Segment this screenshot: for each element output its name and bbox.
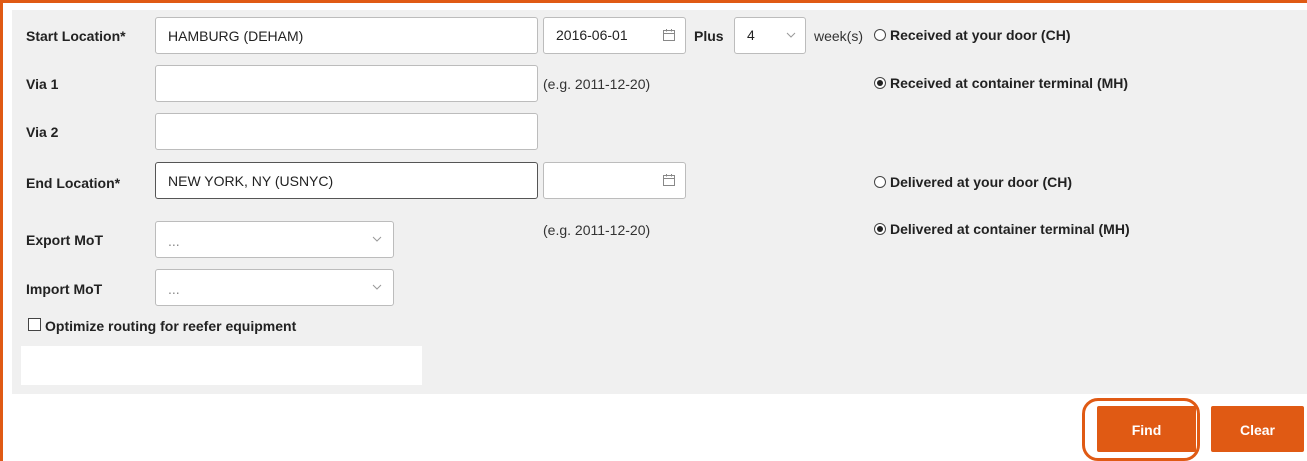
receipt-door-label: Received at your door (CH)	[890, 27, 1071, 43]
delivery-option-terminal[interactable]: Delivered at container terminal (MH)	[874, 221, 1130, 237]
start-location-input[interactable]	[155, 17, 538, 54]
radio-delivery-terminal[interactable]	[874, 223, 886, 235]
plus-weeks-value: 4	[747, 27, 755, 43]
receipt-terminal-label: Received at container terminal (MH)	[890, 75, 1129, 91]
end-date-field[interactable]	[543, 162, 686, 199]
import-mot-label: Import MoT	[26, 281, 103, 297]
via1-label: Via 1	[26, 76, 59, 92]
via1-input[interactable]	[155, 65, 538, 102]
end-location-label: End Location*	[26, 175, 121, 191]
import-mot-select[interactable]: ...	[155, 269, 394, 306]
chevron-down-icon	[372, 236, 382, 242]
export-mot-select[interactable]: ...	[155, 221, 394, 258]
radio-delivery-door[interactable]	[874, 176, 886, 188]
receipt-option-terminal[interactable]: Received at container terminal (MH)	[874, 75, 1128, 91]
chevron-down-icon	[786, 32, 796, 38]
end-date-hint: (e.g. 2011-12-20)	[543, 222, 651, 238]
start-date-field[interactable]: 2016-06-01	[543, 17, 686, 54]
end-location-input[interactable]	[155, 162, 538, 199]
reefer-label: Optimize routing for reefer equipment	[45, 318, 297, 334]
start-location-label: Start Location*	[26, 28, 126, 44]
radio-receipt-door[interactable]	[874, 29, 886, 41]
clear-button[interactable]: Clear	[1211, 406, 1304, 452]
calendar-icon[interactable]	[662, 173, 676, 187]
plus-label: Plus	[694, 28, 724, 44]
plus-weeks-select[interactable]: 4	[734, 17, 806, 54]
reefer-checkbox[interactable]	[28, 318, 41, 331]
info-panel	[21, 346, 422, 385]
find-button[interactable]: Find	[1097, 406, 1196, 452]
receipt-option-door[interactable]: Received at your door (CH)	[874, 27, 1070, 43]
import-mot-value: ...	[168, 281, 180, 297]
radio-receipt-terminal[interactable]	[874, 77, 886, 89]
export-mot-value: ...	[168, 233, 180, 249]
weeks-label: week(s)	[814, 28, 864, 44]
via2-label: Via 2	[26, 124, 59, 140]
start-date-hint: (e.g. 2011-12-20)	[543, 76, 651, 92]
start-date-value: 2016-06-01	[556, 27, 628, 43]
calendar-icon[interactable]	[662, 28, 676, 42]
delivery-door-label: Delivered at your door (CH)	[890, 174, 1073, 190]
delivery-option-door[interactable]: Delivered at your door (CH)	[874, 174, 1072, 190]
chevron-down-icon	[372, 284, 382, 290]
export-mot-label: Export MoT	[26, 232, 103, 248]
via2-input[interactable]	[155, 113, 538, 150]
delivery-terminal-label: Delivered at container terminal (MH)	[890, 221, 1130, 237]
